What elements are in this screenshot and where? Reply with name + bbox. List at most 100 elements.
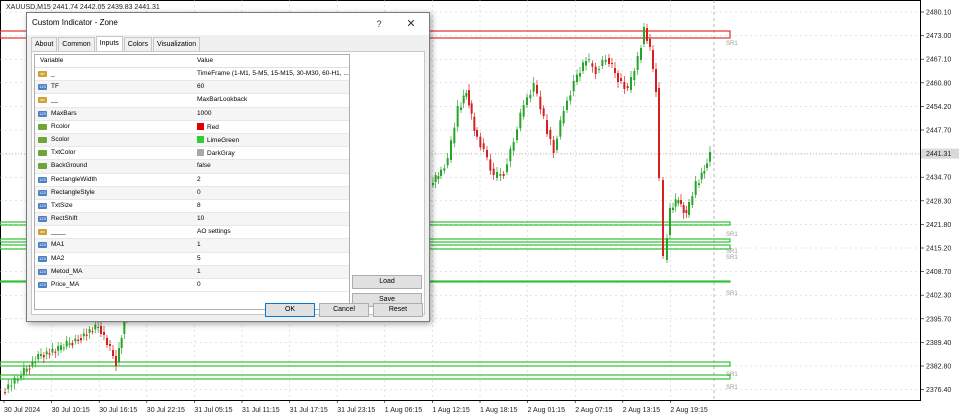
variable-value[interactable]: 8 (197, 202, 201, 209)
candle-body (476, 130, 478, 137)
candle-body (694, 181, 697, 195)
table-row[interactable]: Rcolor Red (35, 121, 349, 134)
table-row[interactable]: Scolor LimeGreen (35, 133, 349, 148)
variable-value[interactable]: AO settings (197, 228, 231, 235)
variable-value[interactable]: false (197, 162, 211, 169)
variable-value[interactable]: Red (197, 122, 219, 131)
time-tick-label: 30 Jul 16:15 (99, 407, 137, 414)
candle-body (71, 343, 74, 346)
close-button[interactable]: ✕ (403, 16, 419, 32)
candle-body (499, 174, 502, 176)
price-tick-label: 2467.10 (926, 57, 951, 64)
table-row[interactable]: 123 Metod_MA 1 (35, 265, 349, 279)
tab-colors[interactable]: Colors (123, 37, 153, 51)
candle-body (25, 368, 28, 372)
variable-name: Rcolor (51, 122, 70, 130)
candle-body (617, 73, 619, 82)
variable-value[interactable]: 2 (197, 176, 201, 183)
candle-body (662, 180, 664, 256)
table-row[interactable]: ab _ TimeFrame (1-M1, 5-M5, 15-M15, 30-M30… (35, 68, 349, 82)
candle-body (706, 163, 708, 168)
variable-value-text: MaxBarLookback (197, 96, 248, 104)
candle-body (456, 106, 459, 127)
variable-value[interactable]: 5 (197, 255, 201, 262)
variable-value[interactable]: 60 (197, 83, 204, 90)
table-row[interactable]: BackGround false (35, 160, 349, 174)
candle-body (486, 150, 488, 158)
variable-value[interactable]: MaxBarLookback (197, 96, 247, 103)
candle-body (546, 120, 548, 134)
color-swatch (197, 135, 204, 143)
cancel-button[interactable]: Cancel (319, 303, 369, 317)
variable-value[interactable]: 0 (197, 189, 201, 196)
tab-inputs[interactable]: Inputs (95, 36, 123, 51)
table-row[interactable]: 123 TxtSize 8 (35, 200, 349, 214)
candle-body (65, 340, 68, 347)
candle-body (646, 28, 648, 41)
candle-body (446, 158, 449, 166)
candle-body (465, 93, 468, 97)
variable-value-text: 5 (197, 254, 201, 262)
ok-button[interactable]: OK (265, 303, 315, 317)
variable-value[interactable]: 1 (197, 241, 201, 248)
price-tick-label: 2395.70 (926, 316, 951, 323)
table-row[interactable]: ab ____ AO settings (35, 226, 349, 240)
candle-body (529, 94, 532, 99)
candle-body (552, 140, 555, 153)
variable-value[interactable]: 1000 (197, 110, 211, 117)
table-row[interactable]: 123 MA2 5 (35, 253, 349, 266)
column-header-value: Value (197, 57, 214, 64)
candle-body (608, 58, 610, 64)
candle-body (473, 116, 476, 131)
col-type-icon (38, 150, 47, 157)
candle-body (630, 77, 632, 90)
candle-body (54, 351, 57, 353)
variable-value[interactable]: LimeGreen (197, 135, 239, 144)
time-tick-label: 2 Aug 07:15 (575, 407, 612, 414)
load-button[interactable]: Load (352, 275, 422, 289)
variable-value[interactable]: 1 (197, 268, 201, 275)
candle-body (688, 202, 690, 215)
help-button[interactable]: ? (371, 16, 387, 32)
table-row[interactable]: 123 RectShift 10 (35, 213, 349, 227)
candle-body (588, 59, 590, 61)
tab-visualization[interactable]: Visualization (153, 37, 201, 51)
current-price-label: 2441.31 (926, 151, 951, 158)
variable-name: BackGround (51, 162, 88, 170)
table-row[interactable]: 123 MA1 1 (35, 239, 349, 253)
candle-body (585, 61, 587, 66)
dialog-title: Custom Indicator - Zone (32, 18, 118, 27)
candle-body (106, 338, 108, 345)
candle-body (28, 368, 31, 370)
table-row[interactable]: ab __ MaxBarLookback (35, 94, 349, 108)
variable-value[interactable]: DarkGray (197, 149, 235, 157)
variable-value-text: 1 (197, 267, 201, 275)
table-row[interactable]: 123 RectangleWidth 2 (35, 174, 349, 187)
table-row[interactable]: TxtColor DarkGray (35, 147, 349, 161)
price-tick-label: 2428.30 (926, 198, 951, 205)
chart-header: XAUUSD,M15 2441.74 2442.05 2439.83 2441.… (6, 4, 160, 11)
candle-body (496, 172, 498, 178)
candle-body (611, 63, 613, 64)
table-header: Variable Value (35, 55, 349, 68)
candle-body (462, 95, 465, 104)
tab-common[interactable]: Common (58, 37, 95, 51)
candle-body (492, 168, 495, 175)
zone-label: SR1 (726, 255, 738, 261)
variable-name: RectShift (51, 215, 78, 223)
candle-body (109, 344, 111, 346)
candle-body (120, 338, 123, 348)
variable-value[interactable]: 10 (197, 215, 204, 222)
tab-about[interactable]: About (31, 37, 58, 51)
table-row[interactable]: 123 MaxBars 1000 (35, 107, 349, 121)
candle-body (569, 95, 572, 101)
reset-button[interactable]: Reset (373, 303, 423, 317)
int-type-icon: 123 (38, 242, 47, 249)
table-row[interactable]: 123 RectangleStyle 0 (35, 186, 349, 200)
str-type-icon: ab (38, 97, 47, 104)
variable-value[interactable]: TimeFrame (1-M1, 5-M5, 15-M15, 30-M30, 6… (197, 70, 349, 77)
variable-name: TxtColor (51, 149, 76, 157)
variable-value[interactable]: 0 (197, 281, 201, 288)
table-row[interactable]: 123 TF 60 (35, 81, 349, 95)
table-row[interactable]: 123 Price_MA 0 (35, 279, 349, 293)
